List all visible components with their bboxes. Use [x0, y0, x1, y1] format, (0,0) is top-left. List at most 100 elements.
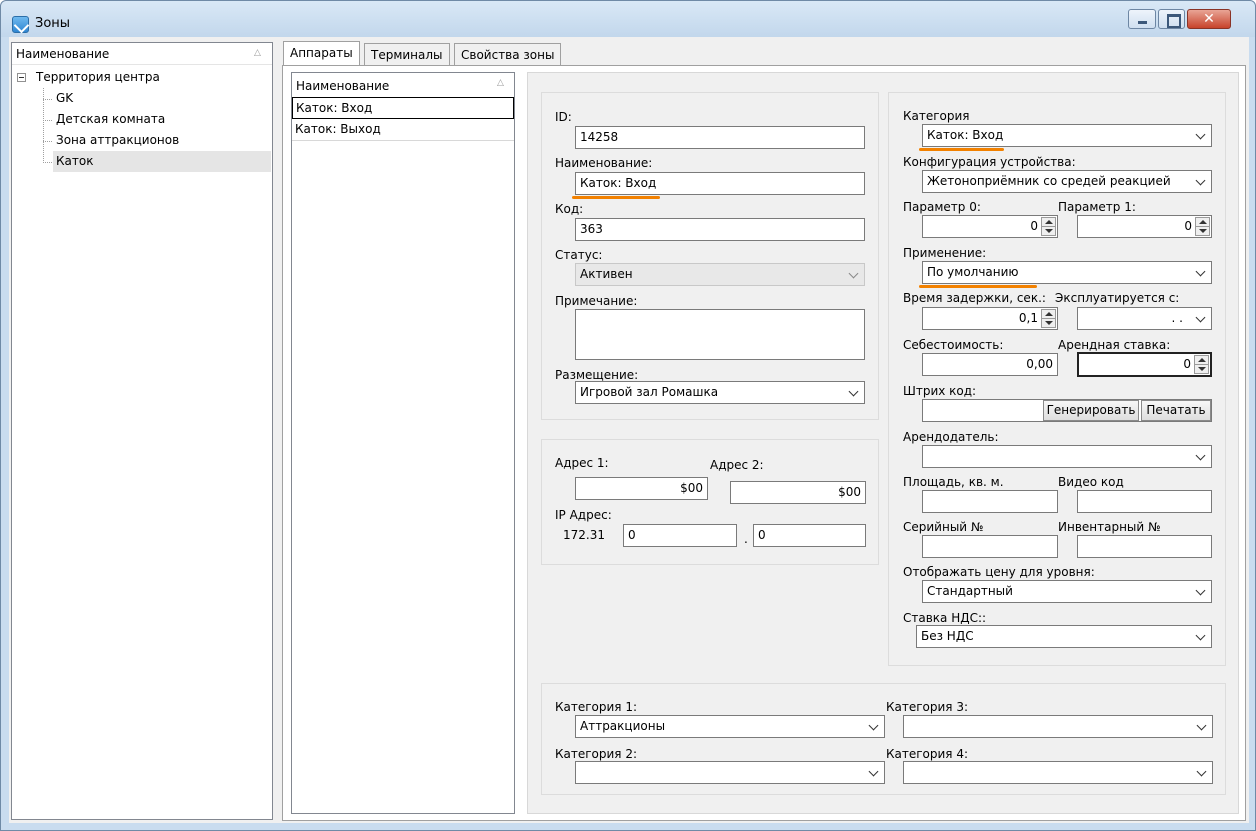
vat-value: Без НДС: [921, 629, 974, 643]
vat-label: Ставка НДС::: [903, 611, 987, 625]
device-details: ID: 14258 Наименование: Каток: Вход Код:…: [527, 72, 1239, 814]
addr1-field[interactable]: $00: [575, 477, 708, 500]
param0-value: 0: [1030, 219, 1038, 233]
config-label: Конфигурация устройства:: [903, 155, 1076, 169]
cost-field[interactable]: 0,00: [922, 353, 1058, 376]
param0-label: Параметр 0:: [903, 200, 981, 214]
device-list-header[interactable]: Наименование △: [292, 73, 514, 97]
addr2-field[interactable]: $00: [730, 481, 866, 504]
name-field[interactable]: Каток: Вход: [575, 172, 865, 195]
inuse-date-picker[interactable]: . .: [1077, 307, 1212, 330]
category-select[interactable]: Каток: Вход: [922, 124, 1212, 147]
tab-zone-properties[interactable]: Свойства зоны: [454, 43, 562, 67]
address-group: Адрес 1: Адрес 2: $00 $00 IP Адрес: 172.…: [541, 439, 879, 565]
code-label: Код:: [555, 202, 584, 216]
config-value: Жетоноприёмник со средей реакцией: [927, 174, 1171, 188]
tree-header-label: Наименование: [16, 47, 110, 61]
chevron-down-icon: [848, 268, 859, 279]
chevron-down-icon: [1195, 585, 1206, 596]
param0-spinner[interactable]: 0: [922, 215, 1058, 238]
code-field[interactable]: 363: [575, 218, 865, 241]
collapse-icon[interactable]: [17, 73, 26, 82]
param1-spinner[interactable]: 0: [1077, 215, 1212, 238]
zone-tree[interactable]: Наименование △ Территория центра GK Детс…: [11, 42, 273, 820]
usage-select[interactable]: По умолчанию: [922, 261, 1212, 284]
chevron-down-icon: [1195, 450, 1206, 461]
delay-spinner[interactable]: 0,1: [922, 307, 1058, 330]
highlight-underline: [919, 148, 1004, 151]
chevron-down-icon: [1195, 266, 1206, 277]
tab-devices[interactable]: Аппараты: [283, 41, 360, 67]
cat2-select[interactable]: [575, 761, 885, 784]
chevron-down-icon: [1195, 129, 1206, 140]
tab-terminals[interactable]: Терминалы: [364, 43, 450, 67]
ip-prefix: 172.31: [563, 528, 605, 542]
cat1-value: Аттракционы: [580, 719, 666, 733]
chevron-down-icon: [1195, 312, 1206, 323]
tree-item-kids-room[interactable]: Детская комната: [56, 109, 165, 130]
rent-label: Арендная ставка:: [1058, 338, 1171, 352]
area-field[interactable]: [922, 490, 1058, 513]
rent-spinner[interactable]: 0: [1077, 352, 1212, 377]
tree-item-gk[interactable]: GK: [56, 88, 73, 109]
tree-item-attractions[interactable]: Зона аттракционов: [56, 130, 179, 151]
device-settings-group: Категория Каток: Вход Конфигурация устро…: [888, 92, 1226, 666]
device-list[interactable]: Наименование △ Каток: Вход Каток: Выход: [291, 72, 515, 814]
generate-button[interactable]: Генерировать: [1043, 400, 1139, 421]
minimize-button[interactable]: [1128, 9, 1156, 29]
cost-label: Себестоимость:: [903, 338, 1004, 352]
highlight-underline: [919, 285, 1037, 288]
vat-select[interactable]: Без НДС: [916, 625, 1212, 648]
title-bar[interactable]: Зоны ✕: [1, 1, 1255, 37]
video-code-field[interactable]: [1077, 490, 1212, 513]
close-button[interactable]: ✕: [1187, 9, 1231, 29]
ip-octet3-field[interactable]: 0: [623, 524, 737, 547]
category-label: Категория: [903, 109, 970, 123]
highlight-underline: [572, 196, 660, 199]
device-row-rink-entry[interactable]: Каток: Вход: [292, 97, 514, 119]
chevron-down-icon: [848, 386, 859, 397]
landlord-label: Арендодатель:: [903, 430, 999, 444]
tree-column-header[interactable]: Наименование △: [12, 43, 272, 65]
landlord-select[interactable]: [922, 445, 1212, 468]
status-label: Статус:: [555, 248, 603, 262]
inventory-field[interactable]: [1077, 535, 1212, 558]
name-label: Наименование:: [555, 156, 653, 170]
config-select[interactable]: Жетоноприёмник со средей реакцией: [922, 170, 1212, 193]
app-icon: [12, 16, 29, 33]
ip-dot: .: [744, 532, 748, 546]
id-field[interactable]: 14258: [575, 126, 865, 149]
general-group: ID: 14258 Наименование: Каток: Вход Код:…: [541, 92, 879, 420]
categories-group: Категория 1: Аттракционы Категория 3: Ка…: [541, 683, 1226, 795]
barcode-label: Штрих код:: [903, 384, 977, 398]
placement-select[interactable]: Игровой зал Ромашка: [575, 381, 865, 404]
cat4-select[interactable]: [903, 761, 1213, 784]
device-row-rink-exit[interactable]: Каток: Выход: [292, 119, 514, 141]
note-label: Примечание:: [555, 294, 638, 308]
serial-field[interactable]: [922, 535, 1058, 558]
tree-item-root[interactable]: Территория центра: [36, 67, 160, 88]
maximize-button[interactable]: [1158, 9, 1185, 29]
chevron-down-icon: [1195, 175, 1206, 186]
addr2-label: Адрес 2:: [710, 458, 764, 472]
close-icon: ✕: [1203, 11, 1215, 27]
note-textarea[interactable]: [575, 309, 865, 360]
chevron-down-icon: [868, 720, 879, 731]
ip-octet4-field[interactable]: 0: [753, 524, 866, 547]
price-level-select[interactable]: Стандартный: [922, 580, 1212, 603]
inuse-label: Эксплуатируется с:: [1055, 291, 1180, 305]
ip-label: IP Адрес:: [555, 508, 612, 522]
device-list-header-label: Наименование: [296, 79, 390, 93]
cat3-select[interactable]: [903, 715, 1213, 738]
category-value: Каток: Вход: [927, 128, 1004, 142]
sort-up-icon: △: [497, 78, 504, 88]
param1-label: Параметр 1:: [1058, 200, 1136, 214]
chevron-down-icon: [1196, 766, 1207, 777]
cat1-select[interactable]: Аттракционы: [575, 715, 885, 738]
print-button[interactable]: Печатать: [1141, 400, 1211, 421]
usage-label: Применение:: [903, 246, 987, 260]
tree-item-rink[interactable]: Каток: [53, 151, 271, 172]
placement-label: Размещение:: [555, 368, 639, 382]
param1-value: 0: [1184, 219, 1192, 233]
status-value: Активен: [580, 267, 633, 281]
